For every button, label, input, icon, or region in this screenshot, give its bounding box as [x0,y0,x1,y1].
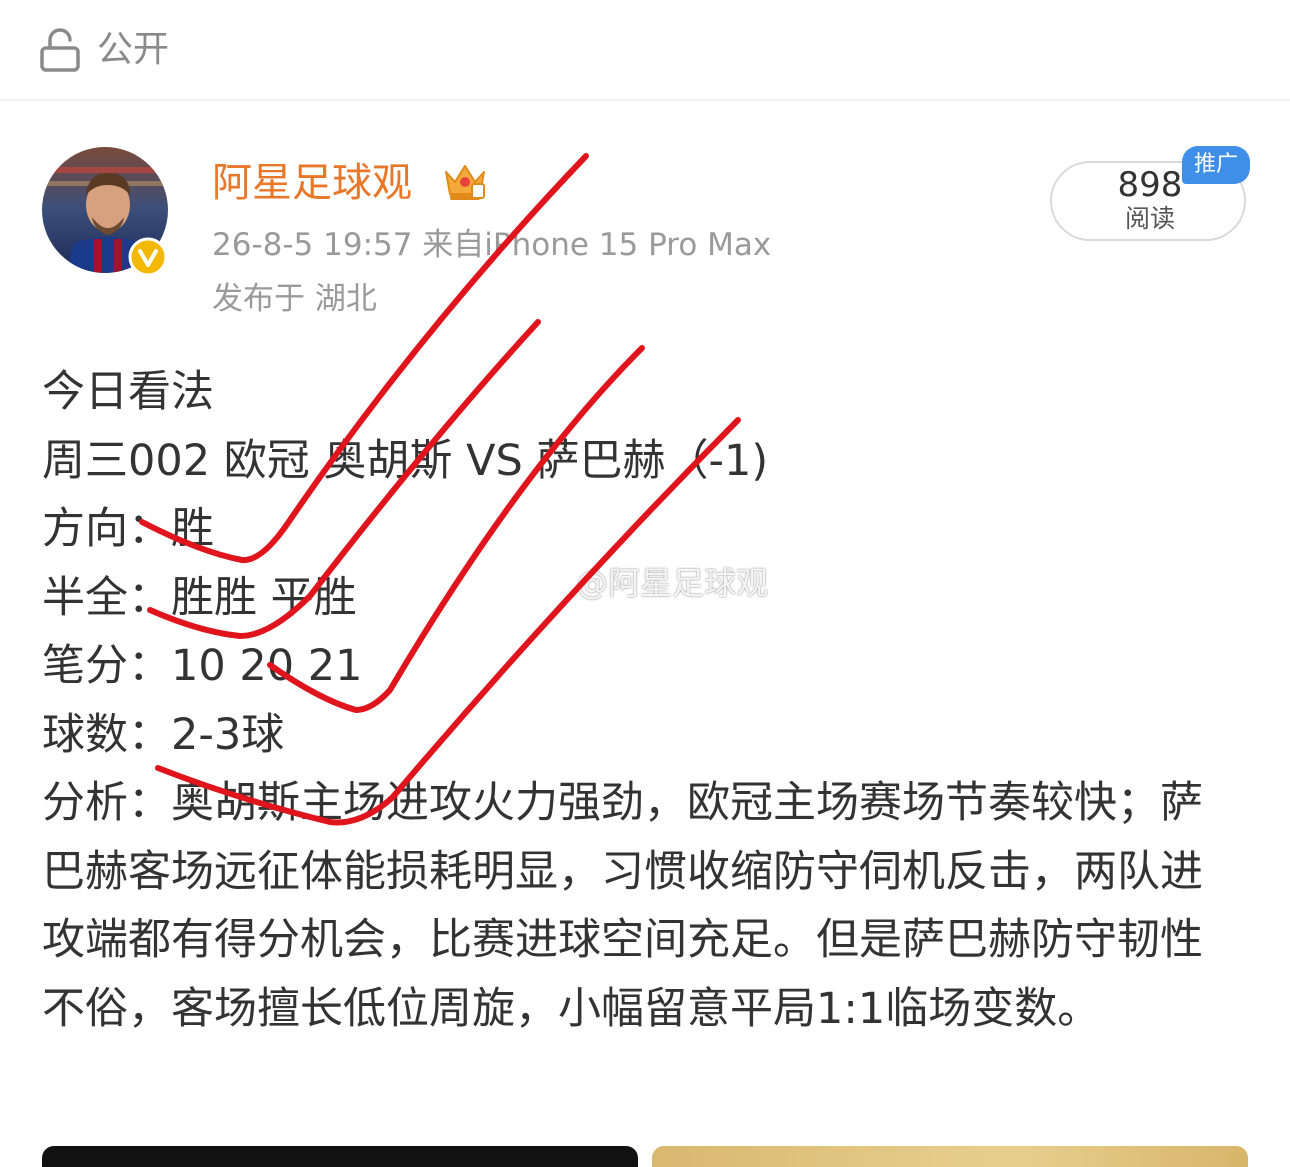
post-line-title: 今日看法 [42,367,214,417]
verified-badge [128,237,168,277]
post-line-scores: 笔分：10 20 21 [42,641,363,691]
post-line-goals: 球数：2-3球 [42,709,285,760]
watermark: @阿星足球观 [526,560,768,606]
post-detail-page: 公开 阿星足球观 26-8-5 19:57 来自iPhone 15 Pro Ma… [0,0,1290,1167]
author-name[interactable]: 阿星足球观 [212,155,412,211]
visibility-label: 公开 [97,29,170,70]
read-label: 阅读 [1124,204,1175,233]
post-line-direction: 方向：胜 [42,504,214,554]
watermark-text: @阿星足球观 [576,564,769,602]
crown-icon[interactable] [442,158,488,204]
image-thumbnail-2[interactable] [652,1146,1248,1167]
post-line-match: 周三002 欧冠 奥胡斯 VS 萨巴赫（-1) [42,435,769,486]
promo-badge[interactable]: 推广 [1182,146,1250,184]
visibility-bar[interactable]: 公开 [0,0,1290,101]
lock-icon [40,28,80,72]
image-thumbnail-1[interactable] [42,1146,638,1167]
post-body: 今日看法 周三002 欧冠 奥胡斯 VS 萨巴赫（-1) 方向：胜 半全：胜胜 … [42,358,1242,1043]
post-analysis: 分析：奥胡斯主场进攻火力强劲，欧冠主场赛场节奏较快；萨巴赫客场远征体能损耗明显，… [42,778,1203,1034]
post-location: 发布于 湖北 [212,281,377,317]
weibo-logo-icon [527,572,564,601]
post-meta: 26-8-5 19:57 来自iPhone 15 Pro Max [212,227,772,263]
